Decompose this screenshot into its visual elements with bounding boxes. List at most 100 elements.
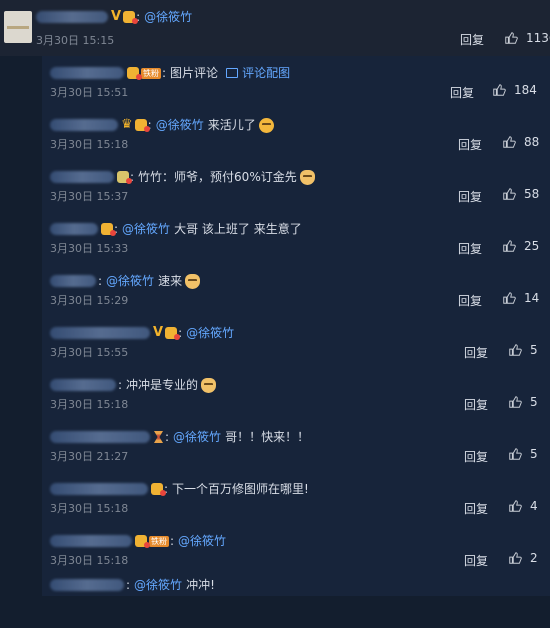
thumbs-up-icon	[509, 396, 522, 408]
timestamp: 3月30日 15:18	[50, 138, 129, 151]
vip-badge-icon	[135, 535, 150, 548]
like-count: 88	[524, 135, 540, 149]
reply-button[interactable]: 回复	[464, 448, 488, 465]
username-blurred[interactable]	[50, 119, 118, 131]
reply-text: 竹竹：师爷，预付60%订金先	[138, 170, 297, 184]
like-button[interactable]: 2	[508, 551, 538, 565]
like-count: 4	[530, 499, 538, 513]
reply-text: 冲冲是专业的	[126, 378, 199, 392]
reply-button[interactable]: 回复	[450, 84, 474, 101]
mention-link[interactable]: @徐筱竹	[173, 428, 221, 446]
vip-badge-icon	[127, 67, 142, 80]
thumbs-up-icon	[505, 32, 518, 44]
reply-text: 来活儿了	[207, 118, 256, 132]
reply-item: : 下一个百万修图师在哪里! 3月30日 15:18 回复 4	[50, 482, 538, 517]
timestamp: 3月30日 21:27	[50, 450, 129, 463]
timestamp: 3月30日 15:18	[50, 502, 129, 515]
crown-icon: ♛	[121, 117, 133, 132]
like-button[interactable]: 184	[492, 83, 537, 97]
like-count: 58	[524, 187, 540, 201]
username-blurred[interactable]	[50, 67, 124, 79]
like-count: 2	[530, 551, 538, 565]
doge-emoji-icon	[299, 169, 315, 185]
mention-link[interactable]: @徐筱竹	[144, 8, 192, 25]
reply-button[interactable]: 回复	[458, 136, 482, 153]
reply-button[interactable]: 回复	[458, 292, 482, 309]
thumbs-up-icon	[509, 552, 522, 564]
reply-item: 铁粉 : 图片评论 评论配图 3月30日 15:51 回复 184	[50, 64, 537, 101]
thumbs-up-icon	[503, 188, 516, 200]
reply-button[interactable]: 回复	[464, 500, 488, 517]
vip-badge-icon	[101, 223, 116, 236]
reply-item: : @徐筱竹 大哥 该上班了 来生意了 3月30日 15:33 回复 25	[50, 220, 540, 257]
username-blurred[interactable]	[50, 379, 116, 391]
thumbs-up-icon	[509, 344, 522, 356]
reply-item: : @徐筱竹 速来 3月30日 15:29 回复 14	[50, 272, 540, 309]
avatar[interactable]	[4, 11, 32, 43]
reply-button[interactable]: 回复	[458, 188, 482, 205]
thumbs-up-icon	[493, 84, 506, 96]
like-button[interactable]: 25	[502, 239, 539, 253]
like-button[interactable]: 5	[508, 447, 538, 461]
doge-emoji-icon	[201, 377, 217, 393]
mention-link[interactable]: @徐筱竹	[134, 576, 182, 594]
like-count: 1136	[526, 31, 550, 45]
verified-icon: V	[111, 9, 122, 24]
like-count: 25	[524, 239, 540, 253]
username-blurred[interactable]	[50, 579, 124, 591]
reply-button[interactable]: 回复	[464, 344, 488, 361]
timestamp: 3月30日 15:18	[50, 398, 129, 411]
username-blurred[interactable]	[50, 483, 148, 495]
reply-button[interactable]: 回复	[458, 240, 482, 257]
like-button[interactable]: 1136	[504, 31, 550, 45]
timestamp: 3月30日 15:33	[50, 242, 129, 255]
reply-text: 速来	[158, 274, 183, 288]
vip-badge-icon	[117, 171, 132, 184]
username-blurred[interactable]	[50, 171, 114, 183]
reply-button[interactable]: 回复	[464, 396, 488, 413]
username-blurred[interactable]	[50, 431, 150, 443]
timestamp: 3月30日 15:37	[50, 190, 129, 203]
reply-button[interactable]: 回复	[460, 31, 484, 48]
reply-item: : 冲冲是专业的 3月30日 15:18 回复 5	[50, 377, 538, 413]
like-count: 5	[530, 395, 538, 409]
thumbs-up-icon	[503, 292, 516, 304]
like-button[interactable]: 14	[502, 291, 539, 305]
fan-badge-icon: 铁粉	[141, 67, 161, 79]
reply-item: V : @徐筱竹 3月30日 15:55 回复 5	[50, 324, 538, 361]
mention-link[interactable]: @徐筱竹	[156, 116, 204, 134]
doge-emoji-icon	[185, 273, 201, 289]
reply-button[interactable]: 回复	[464, 552, 488, 569]
username-blurred[interactable]	[36, 10, 108, 23]
reply-item: : 竹竹：师爷，预付60%订金先 3月30日 15:37 回复 58	[50, 169, 540, 205]
vip-badge-icon	[123, 10, 139, 24]
like-count: 14	[524, 291, 540, 305]
reply-text: 哥！！快来！！	[225, 430, 310, 444]
reply-item: : @徐筱竹 哥！！快来！！ 3月30日 21:27 回复 5	[50, 428, 538, 465]
like-button[interactable]: 5	[508, 343, 538, 357]
username-blurred[interactable]	[50, 275, 96, 287]
like-button[interactable]: 4	[508, 499, 538, 513]
mention-link[interactable]: @徐筱竹	[186, 324, 234, 342]
reply-text: 下一个百万修图师在哪里!	[172, 482, 309, 496]
mention-link[interactable]: @徐筱竹	[178, 532, 226, 550]
like-count: 184	[514, 83, 537, 97]
mention-link[interactable]: @徐筱竹	[122, 220, 170, 238]
like-button[interactable]: 88	[502, 135, 539, 149]
like-button[interactable]: 5	[508, 395, 538, 409]
reply-item: : @徐筱竹 冲冲!	[50, 576, 550, 628]
thumbs-up-icon	[509, 448, 522, 460]
like-button[interactable]: 58	[502, 187, 539, 201]
thumbs-up-icon	[509, 500, 522, 512]
reply-text: 大哥 该上班了 来生意了	[174, 222, 302, 236]
username-blurred[interactable]	[50, 535, 132, 547]
username-blurred[interactable]	[50, 327, 150, 339]
verified-icon: V	[153, 325, 164, 340]
username-blurred[interactable]	[50, 223, 98, 235]
main-comment-line: V : @徐筱竹	[36, 8, 196, 25]
timestamp: 3月30日 15:29	[50, 294, 129, 307]
main-comment: V : @徐筱竹 3月30日 15:15 回复 1136	[0, 0, 550, 56]
view-image-link[interactable]: 评论配图	[242, 64, 290, 82]
mention-link[interactable]: @徐筱竹	[106, 272, 154, 290]
like-count: 5	[530, 447, 538, 461]
